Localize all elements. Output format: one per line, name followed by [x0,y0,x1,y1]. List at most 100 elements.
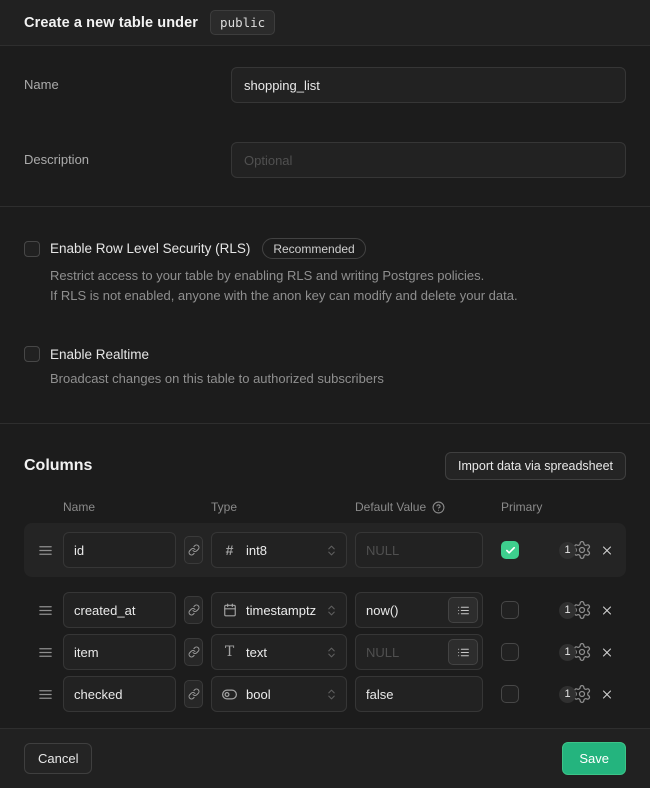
link-icon [188,604,200,616]
column-table-headers: Name Type Default Value Primary [24,500,626,514]
drag-handle-icon[interactable] [36,543,55,558]
remove-column-button[interactable] [600,645,614,660]
column-type-select[interactable]: # int8 [211,532,347,568]
list-icon [457,646,470,659]
column-name-input[interactable]: item [63,634,176,670]
default-value-input[interactable]: NULL [355,634,483,670]
header-default-value: Default Value [355,500,426,514]
remove-column-button[interactable] [600,603,614,618]
close-icon [600,543,614,558]
drag-handle-icon[interactable] [36,645,55,660]
rls-description: Restrict access to your table by enablin… [50,266,626,306]
link-icon [188,544,200,556]
realtime-block: Enable Realtime Broadcast changes on thi… [24,346,626,389]
header-primary: Primary [501,500,551,514]
help-circle-icon[interactable] [432,501,445,514]
default-value-input[interactable]: NULL [355,532,483,568]
column-row-created-at: created_at timestamptz now() [24,592,626,628]
description-placeholder: Optional [244,153,292,168]
list-icon [457,604,470,617]
cancel-button[interactable]: Cancel [24,743,92,774]
header-name: Name [63,500,176,514]
realtime-checkbox[interactable] [24,346,40,362]
chevron-updown-icon [325,604,338,617]
default-value-text: now() [366,603,444,618]
settings-count-badge: 1 [559,542,576,559]
hash-icon: # [222,542,237,558]
name-label: Name [24,67,231,92]
realtime-label: Enable Realtime [50,347,149,362]
close-icon [600,645,614,660]
primary-checkbox[interactable] [501,685,519,703]
remove-column-button[interactable] [600,543,614,558]
recommended-badge: Recommended [262,238,365,259]
default-picker-button[interactable] [448,597,478,623]
chevron-updown-icon [325,688,338,701]
foreign-key-link-button[interactable] [184,680,203,708]
foreign-key-link-button[interactable] [184,536,203,564]
remove-column-button[interactable] [600,687,614,702]
column-name-input[interactable]: checked [63,676,176,712]
table-options-section: Enable Row Level Security (RLS) Recommen… [0,207,650,424]
realtime-description: Broadcast changes on this table to autho… [50,369,626,389]
column-type-select[interactable]: T text [211,634,347,670]
column-row-item: item T text NULL 1 [24,634,626,670]
link-icon [188,688,200,700]
drag-handle-icon[interactable] [36,687,55,702]
primary-checkbox[interactable] [501,643,519,661]
rls-block: Enable Row Level Security (RLS) Recommen… [24,238,626,306]
save-button[interactable]: Save [562,742,626,775]
text-icon: T [222,644,237,660]
default-picker-button[interactable] [448,639,478,665]
table-name-value: shopping_list [244,78,320,93]
foreign-key-link-button[interactable] [184,596,203,624]
settings-count-badge: 1 [559,644,576,661]
default-value-text: NULL [366,543,478,558]
create-table-dialog: Create a new table under public Name sho… [0,0,650,761]
link-icon [188,646,200,658]
realtime-head: Enable Realtime [24,346,626,362]
columns-section: Columns Import data via spreadsheet Name… [0,424,650,728]
description-label: Description [24,142,231,167]
column-row-checked: checked bool false [24,676,626,712]
drag-handle-icon[interactable] [36,603,55,618]
table-info-section: Name shopping_list Description Optional [0,46,650,207]
primary-checkbox[interactable] [501,601,519,619]
dialog-title: Create a new table under [24,15,198,31]
default-value-input[interactable]: now() [355,592,483,628]
default-value-text: NULL [366,645,444,660]
column-type-select[interactable]: bool [211,676,347,712]
table-description-input[interactable]: Optional [231,142,626,178]
chevron-updown-icon [325,646,338,659]
columns-header: Columns Import data via spreadsheet [24,452,626,480]
chevron-updown-icon [325,544,338,557]
schema-badge: public [210,10,275,35]
rls-description-line2: If RLS is not enabled, anyone with the a… [50,286,626,306]
settings-count-badge: 1 [559,686,576,703]
column-settings-button[interactable]: 1 [559,600,592,620]
column-settings-button[interactable]: 1 [559,540,592,560]
import-spreadsheet-button[interactable]: Import data via spreadsheet [445,452,626,480]
name-field-row: Name shopping_list [24,67,626,103]
check-icon [505,545,516,556]
rls-label: Enable Row Level Security (RLS) [50,241,250,256]
columns-title: Columns [24,457,92,475]
default-value-text: false [366,687,478,702]
dialog-header: Create a new table under public [0,0,650,46]
close-icon [600,687,614,702]
rls-checkbox[interactable] [24,241,40,257]
rls-head: Enable Row Level Security (RLS) Recommen… [24,238,626,259]
foreign-key-link-button[interactable] [184,638,203,666]
rls-description-line1: Restrict access to your table by enablin… [50,266,626,286]
calendar-icon [222,603,237,617]
close-icon [600,603,614,618]
column-type-select[interactable]: timestamptz [211,592,347,628]
column-name-input[interactable]: id [63,532,176,568]
table-name-input[interactable]: shopping_list [231,67,626,103]
toggle-icon [222,687,237,702]
column-settings-button[interactable]: 1 [559,684,592,704]
column-name-input[interactable]: created_at [63,592,176,628]
default-value-input[interactable]: false [355,676,483,712]
primary-checkbox[interactable] [501,541,519,559]
column-settings-button[interactable]: 1 [559,642,592,662]
